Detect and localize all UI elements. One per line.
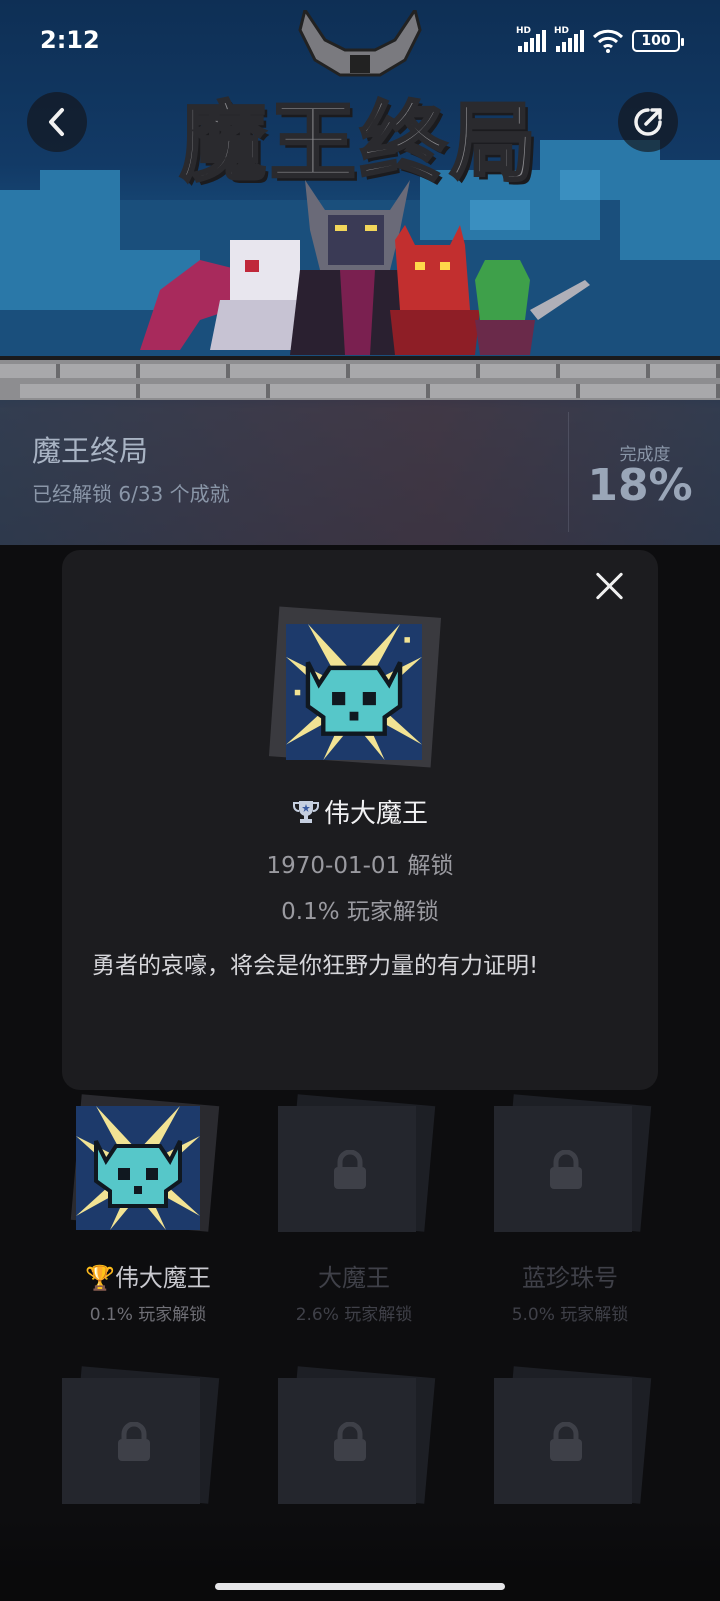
locked-badge [494,1366,652,1504]
chevron-left-icon [49,108,64,136]
lock-icon [550,1150,582,1189]
lock-icon [334,1422,366,1461]
achievement-tile[interactable]: 蓝珍珠号 5.0% 玩家解锁 [494,1094,694,1338]
share-icon [634,108,662,136]
achievement-title-row: 伟大魔王 [62,793,658,830]
wifi-icon [592,29,624,53]
achievement-percent: 5.0% 玩家解锁 [511,1305,629,1325]
cloud [40,170,120,210]
skull-badge-icon [76,1106,200,1230]
achievement-detail-modal: 伟大魔王 1970-01-01 解锁 0.1% 玩家解锁 勇者的哀嚎，将会是你狂… [62,550,658,1090]
battery-icon: 100 [632,30,684,52]
signal-icon: HD [554,26,584,52]
locked-badge [278,1366,436,1504]
unlock-summary: 已经解锁 6/33 个成就 [32,482,230,506]
lock-icon [118,1422,150,1461]
player-unlock-percent: 0.1% 玩家解锁 [281,899,439,925]
achievement-badge [62,1094,220,1232]
network-type: HD [516,26,532,36]
skull-badge-icon [286,624,422,760]
close-button[interactable] [592,568,628,604]
game-title: 魔王终局 [32,434,149,468]
lock-icon [550,1422,582,1461]
game-hero-banner: 魔王终局 魔王终局 已经解锁 6/33 个成就 完成度 18% [0,0,720,545]
locked-badge [494,1094,652,1232]
locked-badge [278,1094,436,1232]
home-indicator[interactable] [215,1583,505,1590]
achievement-description: 勇者的哀嚎，将会是你狂野力量的有力证明! [92,953,539,979]
characters-illustration [140,180,590,355]
achievement-badge-large [268,606,442,768]
lock-icon [334,1150,366,1189]
unlock-date: 1970-01-01 解锁 [266,853,454,879]
signal-icon: HD [516,26,546,52]
cloud [620,160,720,260]
status-bar: 2:12 HD HD 100 [0,0,720,80]
status-icons: HD HD 100 [516,26,684,54]
achievement-name: 大魔王 [318,1264,390,1292]
achievement-tile[interactable]: 🏆伟大魔王 0.1% 玩家解锁 [62,1094,262,1338]
trophy-icon: 🏆 [85,1264,115,1292]
locked-badge [62,1366,220,1504]
achievement-percent: 0.1% 玩家解锁 [89,1305,207,1325]
divider [568,412,569,532]
achievement-tile[interactable]: 大魔王 2.6% 玩家解锁 [278,1094,478,1338]
achievement-name: 蓝珍珠号 [522,1264,618,1292]
back-button[interactable] [27,92,87,152]
trophy-icon [292,800,319,823]
wall [0,360,720,400]
progress-value: 18% [587,460,693,511]
clock: 2:12 [40,26,100,54]
network-type: HD [554,26,570,36]
share-button[interactable] [618,92,678,152]
achievement-percent: 2.6% 玩家解锁 [295,1305,413,1325]
achievement-name: 伟大魔王 [323,799,428,829]
achievement-name: 🏆伟大魔王 [85,1264,211,1292]
